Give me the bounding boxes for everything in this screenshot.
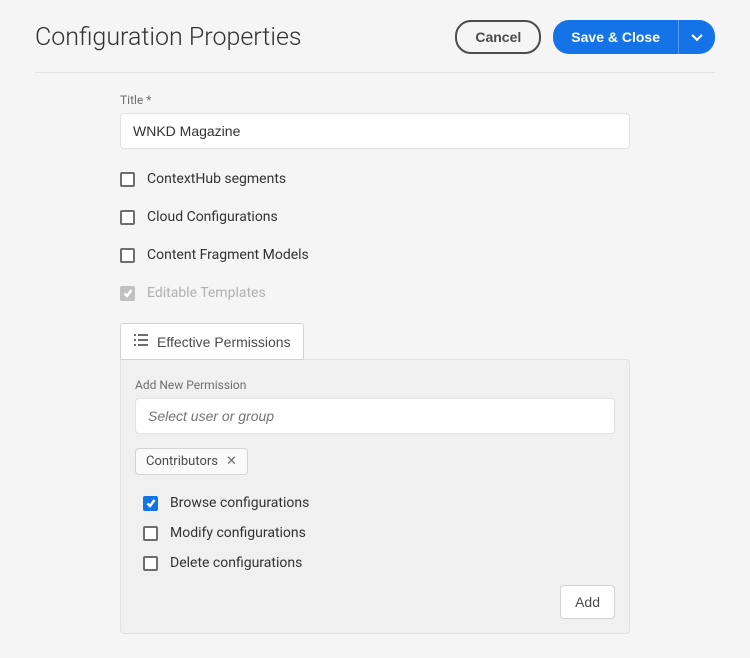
list-icon: [133, 332, 149, 351]
checkbox-content-fragment-models[interactable]: [120, 248, 135, 263]
checkbox-editable-templates: [120, 286, 135, 301]
check-icon: [123, 288, 133, 298]
save-close-button[interactable]: Save & Close: [553, 20, 678, 54]
checkbox-delete-configurations[interactable]: [143, 556, 158, 571]
tag-label: Contributors: [146, 454, 218, 469]
tag-remove-icon[interactable]: ✕: [226, 455, 237, 468]
checkbox-browse-configurations[interactable]: [143, 496, 158, 511]
select-user-group-input[interactable]: [135, 398, 615, 434]
checkbox-label: Editable Templates: [147, 285, 266, 301]
add-permission-label: Add New Permission: [135, 378, 615, 392]
checkbox-label: Content Fragment Models: [147, 247, 309, 263]
tag-contributors: Contributors ✕: [135, 448, 248, 475]
permissions-panel: Add New Permission Contributors ✕ Browse…: [120, 359, 630, 634]
cancel-button[interactable]: Cancel: [455, 20, 541, 54]
save-dropdown-button[interactable]: [678, 20, 715, 54]
checkbox-contexthub-segments[interactable]: [120, 172, 135, 187]
check-icon: [146, 498, 156, 508]
checkbox-label: Cloud Configurations: [147, 209, 278, 225]
permission-label: Browse configurations: [170, 495, 309, 511]
page-title: Configuration Properties: [35, 23, 302, 52]
chevron-down-icon: [691, 30, 702, 41]
checkbox-modify-configurations[interactable]: [143, 526, 158, 541]
checkbox-label: ContextHub segments: [147, 171, 286, 187]
checkbox-cloud-configurations[interactable]: [120, 210, 135, 225]
title-input[interactable]: [120, 113, 630, 149]
title-label: Title *: [120, 93, 668, 107]
effective-permissions-tab[interactable]: Effective Permissions: [120, 323, 304, 360]
permission-label: Modify configurations: [170, 525, 306, 541]
tab-label: Effective Permissions: [157, 334, 291, 350]
add-button[interactable]: Add: [560, 585, 615, 619]
permission-label: Delete configurations: [170, 555, 302, 571]
